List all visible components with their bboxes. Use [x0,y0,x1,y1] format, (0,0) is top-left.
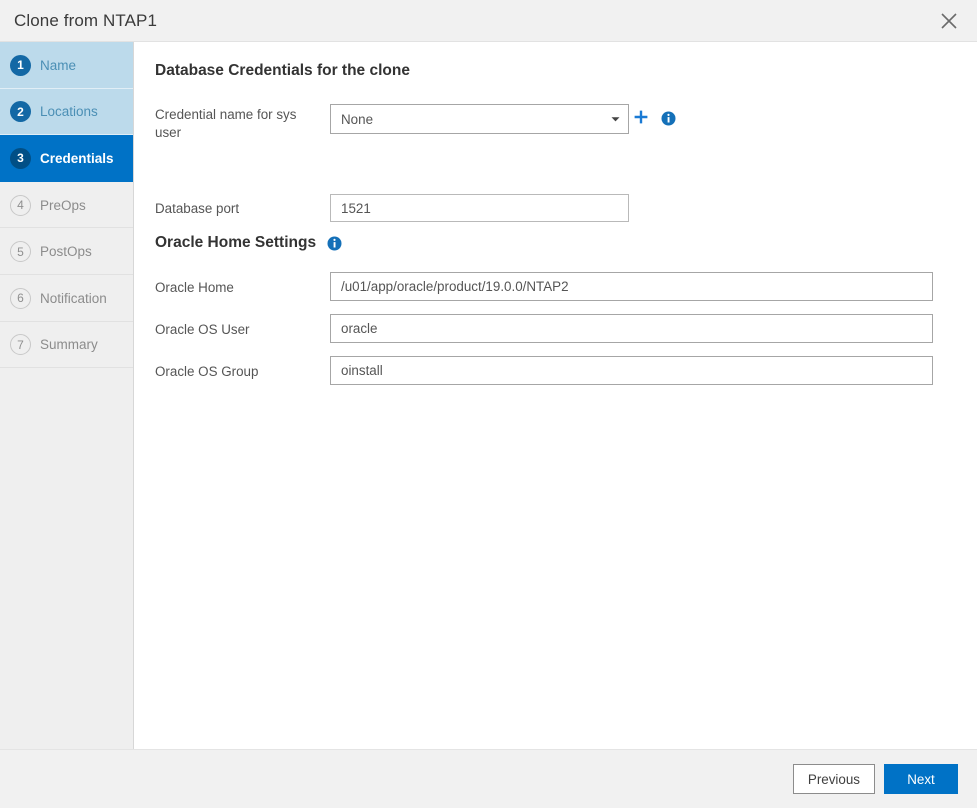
step-number: 4 [10,194,31,216]
dialog-body: 1 Name 2 Locations 3 Credentials 4 PreOp… [0,42,977,749]
step-number: 2 [10,101,31,123]
step-label: PostOps [40,244,92,260]
sidebar-item-notification[interactable]: 6 Notification [0,274,133,322]
next-button[interactable]: Next [884,764,958,794]
sidebar-item-locations[interactable]: 2 Locations [0,88,133,136]
step-label: Credentials [40,150,114,166]
dialog-titlebar: Clone from NTAP1 [0,0,977,42]
clone-wizard-dialog: Clone from NTAP1 1 Name 2 Locations 3 Cr [0,0,977,808]
oracle-os-user-input[interactable]: oracle [330,314,933,343]
credential-name-select[interactable]: None [330,104,629,134]
oracle-home-settings-heading: Oracle Home Settings [155,234,342,252]
plus-icon [633,109,649,130]
dialog-title: Clone from NTAP1 [14,10,157,30]
wizard-step-sidebar: 1 Name 2 Locations 3 Credentials 4 PreOp… [0,42,134,749]
oracle-os-user-label: Oracle OS User [155,322,250,337]
oracle-home-info-icon[interactable] [327,236,342,251]
sidebar-item-preops[interactable]: 4 PreOps [0,181,133,229]
step-number: 5 [10,241,31,263]
oracle-home-label: Oracle Home [155,280,234,295]
step-label: Name [40,57,77,73]
chevron-down-icon [602,116,628,123]
step-label: Summary [40,337,98,353]
database-port-label: Database port [155,201,240,216]
credential-name-value: None [341,111,374,127]
step-label: PreOps [40,197,86,213]
credential-info-icon[interactable] [661,111,676,126]
database-credentials-heading: Database Credentials for the clone [155,62,410,79]
step-label: Notification [40,290,107,306]
previous-button[interactable]: Previous [792,764,875,794]
credentials-form-panel: Database Credentials for the clone Crede… [134,42,977,749]
close-icon [940,12,958,30]
step-number: 1 [10,54,31,76]
credential-name-label: Credential name for sys user [155,107,297,140]
step-label: Locations [40,104,98,120]
oracle-home-settings-title: Oracle Home Settings [155,234,317,251]
sidebar-item-credentials[interactable]: 3 Credentials [0,135,133,182]
step-number: 7 [10,334,31,356]
step-number: 3 [10,147,31,169]
dialog-footer: Previous Next [0,749,977,808]
step-number: 6 [10,287,31,309]
sidebar-item-summary[interactable]: 7 Summary [0,321,133,369]
oracle-os-group-label: Oracle OS Group [155,364,259,379]
add-credential-button[interactable] [632,110,650,128]
oracle-home-input[interactable]: /u01/app/oracle/product/19.0.0/NTAP2 [330,272,933,301]
oracle-os-group-input[interactable]: oinstall [330,356,933,385]
database-port-input[interactable]: 1521 [330,194,629,222]
sidebar-item-postops[interactable]: 5 PostOps [0,228,133,275]
close-button[interactable] [921,0,977,41]
sidebar-item-name[interactable]: 1 Name [0,42,133,89]
